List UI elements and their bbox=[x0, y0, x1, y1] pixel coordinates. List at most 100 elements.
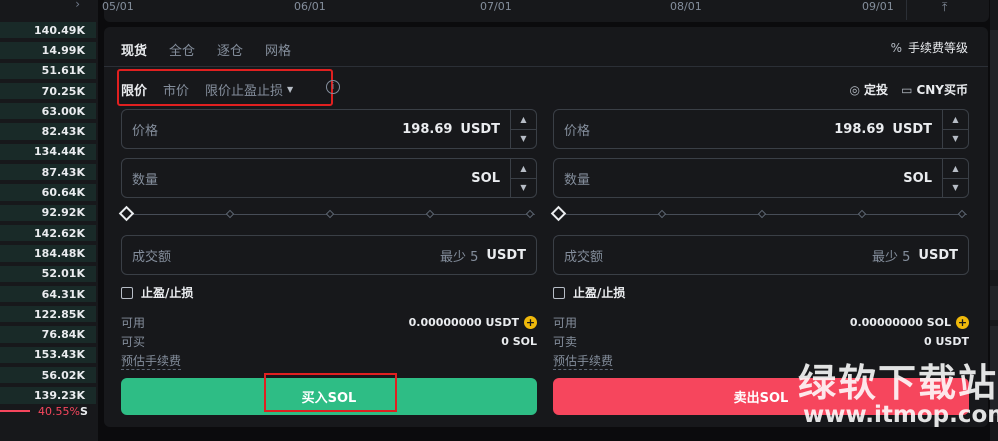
order-book-row[interactable]: 60.64K bbox=[0, 182, 98, 202]
sell-quantity-field[interactable]: 数量 SOL ▲ ▼ bbox=[553, 158, 969, 198]
step-down-icon[interactable]: ▼ bbox=[511, 130, 536, 149]
step-up-icon[interactable]: ▲ bbox=[943, 159, 968, 179]
order-book-row[interactable]: 184.48K bbox=[0, 243, 98, 263]
estimated-fee-label[interactable]: 预估手续费 bbox=[553, 352, 614, 370]
chevron-right-icon[interactable]: › bbox=[75, 0, 80, 10]
buy-quantity-field[interactable]: 数量 SOL ▲ ▼ bbox=[121, 158, 537, 198]
order-book-row[interactable]: 140.49K bbox=[0, 20, 98, 40]
order-book-amount: 87.43K bbox=[41, 165, 85, 179]
sell-amount-slider[interactable] bbox=[550, 205, 969, 223]
order-type-tabs: 限价 市价 限价止盈止损 ▼ bbox=[117, 69, 333, 106]
tab-spot[interactable]: 现货 bbox=[121, 40, 147, 59]
tpsl-checkbox[interactable] bbox=[121, 286, 133, 299]
order-book: › 140.49K 14.99K 51.61K 70.25K 63.00K 82.43K 1… bbox=[0, 0, 98, 441]
field-label: 数量 bbox=[564, 172, 591, 188]
slider-mark[interactable] bbox=[857, 209, 867, 219]
can-sell-label: 可卖 bbox=[553, 335, 578, 349]
field-hint: 最少 5 bbox=[440, 249, 479, 265]
wallet-icon: ▭ bbox=[901, 82, 913, 97]
sell-form: 价格 198.69 USDT ▲ ▼ 数量 SOL ▲ ▼ 成交额 最少 5 U… bbox=[550, 109, 969, 370]
percent-icon: % bbox=[890, 40, 902, 55]
recurring-buy-label: 定投 bbox=[863, 83, 888, 97]
order-book-row[interactable]: 142.62K bbox=[0, 223, 98, 243]
order-book-row[interactable]: 63.00K bbox=[0, 101, 98, 121]
buy-max-row: 可买 0 SOL bbox=[121, 332, 537, 351]
step-down-icon[interactable]: ▼ bbox=[511, 179, 536, 198]
order-book-row[interactable]: 52.01K bbox=[0, 264, 98, 284]
buy-price-field[interactable]: 价格 198.69 USDT ▲ ▼ bbox=[121, 109, 537, 149]
order-book-row[interactable]: 87.43K bbox=[0, 162, 98, 182]
buy-amount-slider[interactable] bbox=[118, 205, 537, 223]
field-unit: SOL bbox=[903, 170, 932, 186]
order-book-amount: 139.23K bbox=[34, 388, 85, 402]
tpsl-label: 止盈/止损 bbox=[573, 286, 626, 300]
order-book-ratio: 40.55% S bbox=[0, 400, 98, 422]
tab-cross[interactable]: 全仓 bbox=[169, 40, 195, 59]
available-value: 0.00000000 SOL bbox=[849, 316, 951, 329]
order-book-row[interactable]: 64.31K bbox=[0, 284, 98, 304]
estimated-fee-label[interactable]: 预估手续费 bbox=[121, 352, 182, 370]
slider-mark[interactable] bbox=[225, 209, 235, 219]
step-down-icon[interactable]: ▼ bbox=[943, 130, 968, 149]
buy-total-field[interactable]: 成交额 最少 5 USDT bbox=[121, 235, 537, 275]
slider-mark[interactable] bbox=[657, 209, 667, 219]
recurring-buy-link[interactable]: ◎ 定投 bbox=[850, 81, 889, 98]
step-up-icon[interactable]: ▲ bbox=[511, 110, 536, 130]
order-book-row[interactable]: 82.43K bbox=[0, 121, 98, 141]
price-stepper: ▲ ▼ bbox=[510, 110, 536, 148]
buy-fee-row: 预估手续费 bbox=[121, 351, 537, 370]
chart-date-label: 06/01 bbox=[294, 0, 326, 13]
side-block bbox=[990, 30, 998, 270]
sell-price-field[interactable]: 价格 198.69 USDT ▲ ▼ bbox=[553, 109, 969, 149]
price-stepper: ▲ ▼ bbox=[942, 110, 968, 148]
available-label: 可用 bbox=[121, 316, 146, 330]
sell-tpsl-toggle[interactable]: 止盈/止损 bbox=[553, 284, 969, 301]
order-book-row[interactable]: 76.84K bbox=[0, 324, 98, 344]
slider-handle[interactable] bbox=[550, 205, 567, 222]
sell-total-field[interactable]: 成交额 最少 5 USDT bbox=[553, 235, 969, 275]
order-book-row[interactable]: 134.44K bbox=[0, 142, 98, 162]
order-book-amount: 14.99K bbox=[41, 43, 85, 57]
order-book-row[interactable]: 14.99K bbox=[0, 40, 98, 60]
sell-price-value: 198.69 bbox=[834, 121, 885, 137]
order-book-amount: 63.00K bbox=[41, 104, 85, 118]
quantity-stepper: ▲ ▼ bbox=[942, 159, 968, 197]
order-book-row[interactable]: 92.92K bbox=[0, 203, 98, 223]
field-unit: USDT bbox=[892, 121, 932, 137]
export-icon[interactable]: ⤒ bbox=[942, 0, 947, 15]
available-label: 可用 bbox=[553, 316, 578, 330]
order-book-row[interactable]: 51.61K bbox=[0, 61, 98, 81]
plus-icon[interactable]: + bbox=[524, 316, 537, 329]
step-up-icon[interactable]: ▲ bbox=[943, 110, 968, 130]
cny-buy-link[interactable]: ▭ CNY买币 bbox=[901, 81, 968, 98]
highlight-box bbox=[117, 69, 333, 106]
tpsl-checkbox[interactable] bbox=[553, 286, 565, 299]
order-book-amount: 140.49K bbox=[34, 23, 85, 37]
can-sell-value: 0 USDT bbox=[924, 335, 969, 348]
info-icon[interactable]: i bbox=[326, 80, 340, 94]
order-book-amount: 82.43K bbox=[41, 125, 85, 139]
slider-mark[interactable] bbox=[525, 209, 535, 219]
fee-level-link[interactable]: % 手续费等级 bbox=[891, 39, 968, 56]
order-book-row[interactable]: 153.43K bbox=[0, 345, 98, 365]
slider-handle[interactable] bbox=[118, 205, 135, 222]
order-book-row[interactable]: 122.85K bbox=[0, 304, 98, 324]
slider-mark[interactable] bbox=[957, 209, 967, 219]
slider-mark[interactable] bbox=[325, 209, 335, 219]
field-unit: USDT bbox=[918, 247, 958, 263]
watermark-title: 绿软下载站 bbox=[798, 361, 998, 405]
plus-icon[interactable]: + bbox=[956, 316, 969, 329]
slider-mark[interactable] bbox=[757, 209, 767, 219]
buy-tpsl-toggle[interactable]: 止盈/止损 bbox=[121, 284, 537, 301]
order-book-row[interactable]: 56.02K bbox=[0, 365, 98, 385]
order-book-row[interactable]: 70.25K bbox=[0, 81, 98, 101]
tab-grid[interactable]: 网格 bbox=[265, 40, 291, 59]
field-unit: USDT bbox=[486, 247, 526, 263]
step-up-icon[interactable]: ▲ bbox=[511, 159, 536, 179]
order-book-amount: 56.02K bbox=[41, 368, 85, 382]
slider-mark[interactable] bbox=[425, 209, 435, 219]
chart-date-label: 09/01 bbox=[862, 0, 894, 13]
sell-max-row: 可卖 0 USDT bbox=[553, 332, 969, 351]
step-down-icon[interactable]: ▼ bbox=[943, 179, 968, 198]
tab-isolated[interactable]: 逐仓 bbox=[217, 40, 243, 59]
